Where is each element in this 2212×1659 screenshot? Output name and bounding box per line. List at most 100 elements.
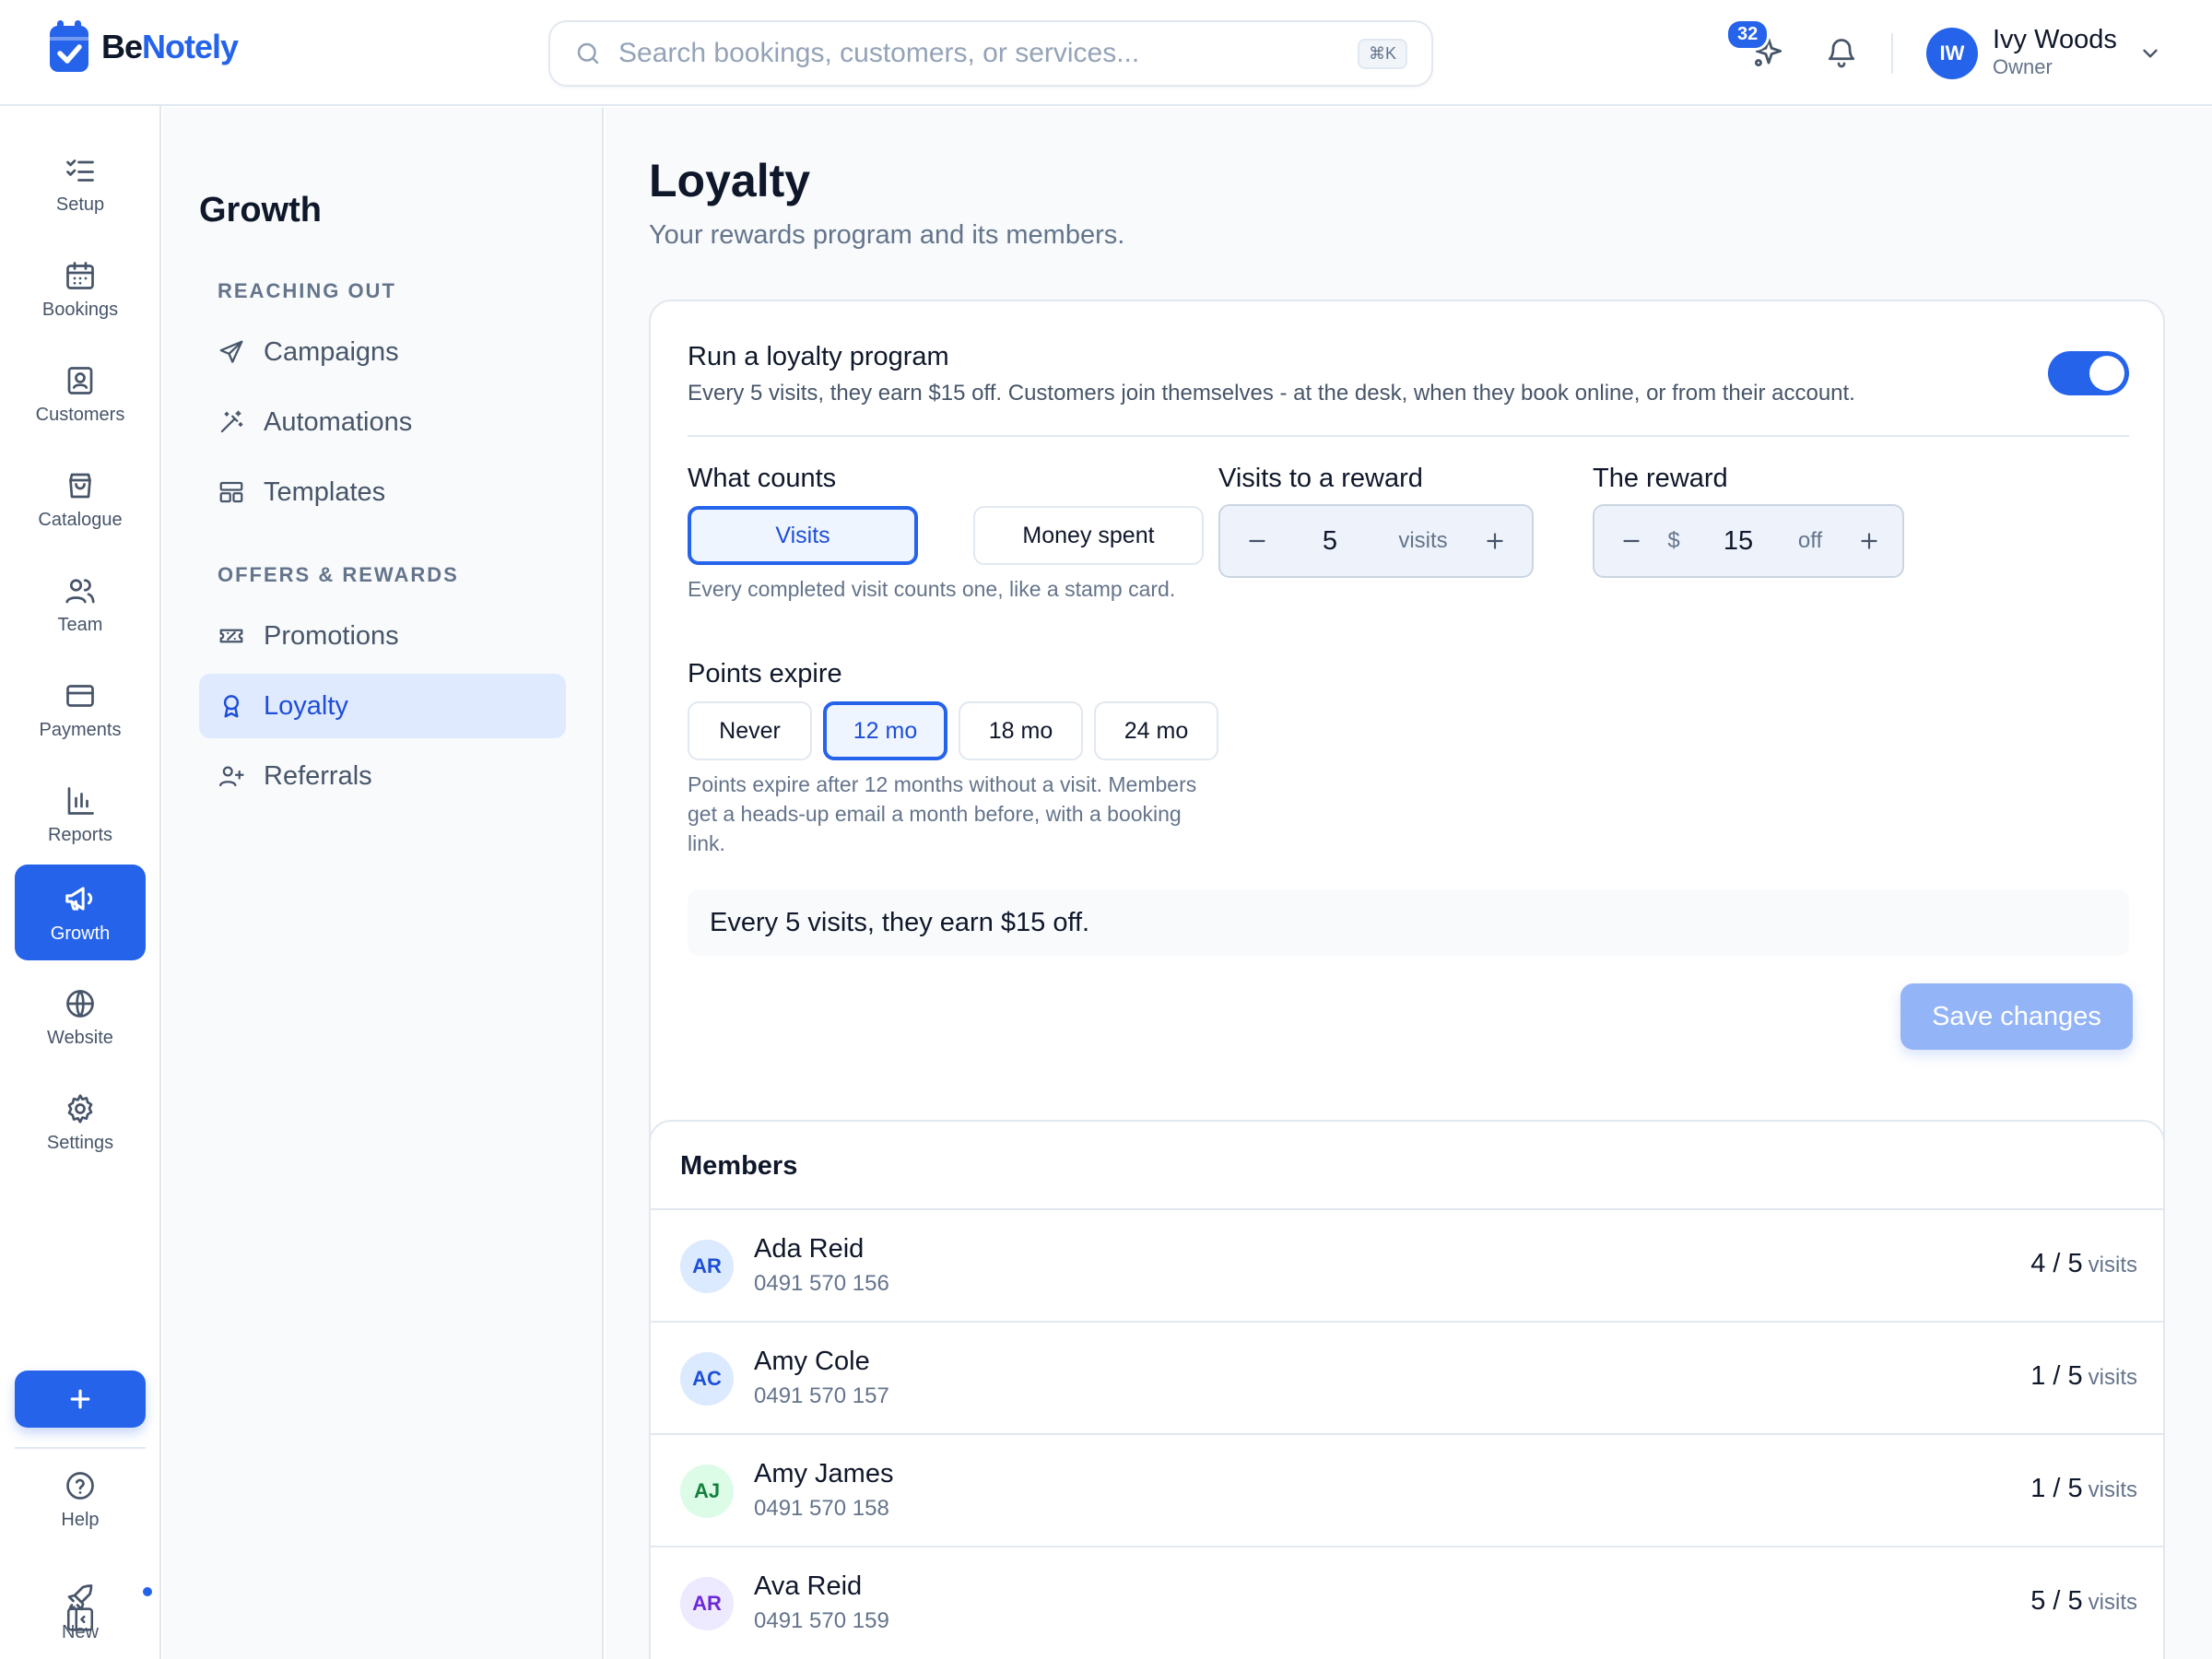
search-icon <box>577 42 599 65</box>
user-menu-toggle[interactable] <box>2138 41 2162 65</box>
what-counts-money-option[interactable]: Money spent <box>973 506 1204 565</box>
member-row[interactable]: AJ Amy James 0491 570 158 1 / 5 visits <box>651 1433 2163 1546</box>
primary-nav-rail: Setup Bookings Customers Catalogue Team … <box>0 106 161 1659</box>
notifications-button[interactable] <box>1825 35 1858 70</box>
shopping-bag-icon <box>69 473 91 498</box>
member-phone: 0491 570 158 <box>754 1496 889 1521</box>
member-avatar: AC <box>680 1352 734 1406</box>
program-description: Every 5 visits, they earn $15 off. Custo… <box>688 381 1855 406</box>
rail-item-settings[interactable]: Settings <box>15 1075 146 1171</box>
brand-name: BeNotely <box>101 28 239 66</box>
minus-icon <box>1623 539 1640 543</box>
subnav-title: Growth <box>199 191 322 229</box>
reward-stepper: $ 15 off <box>1593 504 1904 578</box>
expire-12mo-option[interactable]: 12 mo <box>823 701 947 760</box>
section-label-reaching-out: REACHING OUT <box>218 279 396 302</box>
main-content: Loyalty Your rewards program and its mem… <box>606 108 2212 1659</box>
member-row[interactable]: AR Ada Reid 0491 570 156 4 / 5 visits <box>651 1208 2163 1321</box>
search-shortcut: ⌘K <box>1357 38 1407 69</box>
rail-item-label: Website <box>47 1027 113 1048</box>
save-changes-button[interactable]: Save changes <box>1900 983 2133 1050</box>
rail-item-label: Settings <box>46 1132 114 1153</box>
expire-never-option[interactable]: Never <box>688 701 812 760</box>
award-ribbon-icon <box>223 695 240 718</box>
rail-item-help[interactable]: Help <box>15 1452 146 1547</box>
rail-item-bookings[interactable]: Bookings <box>15 241 146 337</box>
rail-item-label: Customers <box>35 404 125 425</box>
member-name: Ava Reid <box>754 1571 863 1601</box>
expire-24mo-option[interactable]: 24 mo <box>1094 701 1218 760</box>
loyalty-settings-card: Run a loyalty program Every 5 visits, th… <box>649 300 2165 1197</box>
what-counts-label: What counts <box>688 464 837 493</box>
member-phone: 0491 570 159 <box>754 1608 889 1633</box>
visits-increment-button[interactable] <box>1469 515 1521 567</box>
reward-decrement-button[interactable] <box>1606 515 1657 567</box>
visits-value-input[interactable]: 5 <box>1283 526 1377 557</box>
brand-logo[interactable]: BeNotely <box>46 20 239 74</box>
brand-name-part2: Notely <box>142 28 239 65</box>
visits-to-reward-stepper: 5 visits <box>1218 504 1534 578</box>
member-count-unit: visits <box>2088 1253 2137 1277</box>
member-progress: 4 / 5 visits <box>2030 1249 2137 1279</box>
reward-value-input[interactable]: 15 <box>1690 526 1786 557</box>
plus-icon <box>70 1389 90 1409</box>
subnav-item-label: Automations <box>264 406 413 437</box>
subnav-item-automations[interactable]: Automations <box>199 390 566 454</box>
loyalty-program-toggle[interactable] <box>2048 351 2129 395</box>
rail-item-catalogue[interactable]: Catalogue <box>15 452 146 547</box>
subnav-item-promotions[interactable]: Promotions <box>199 604 566 668</box>
help-circle-icon <box>66 1471 94 1500</box>
gear-icon <box>67 1093 93 1124</box>
collapse-sidebar-button[interactable] <box>65 1604 96 1635</box>
members-card: Members AR Ada Reid 0491 570 156 4 / 5 vi… <box>649 1120 2165 1659</box>
rail-item-growth[interactable]: Growth <box>15 865 146 960</box>
subnav-item-templates[interactable]: Templates <box>199 460 566 524</box>
member-avatar: AR <box>680 1240 734 1293</box>
brand-name-part1: Be <box>101 28 143 65</box>
user-role: Owner <box>1993 55 2053 78</box>
subnav-item-referrals[interactable]: Referrals <box>199 744 566 808</box>
reward-increment-button[interactable] <box>1843 515 1895 567</box>
header-divider <box>1891 33 1893 74</box>
member-count-unit: visits <box>2088 1590 2137 1615</box>
rail-item-payments[interactable]: Payments <box>15 662 146 758</box>
magic-wand-icon <box>220 410 243 433</box>
member-count: 4 / 5 <box>2030 1249 2083 1278</box>
rail-item-label: Team <box>57 614 103 635</box>
visits-decrement-button[interactable] <box>1231 515 1283 567</box>
credit-card-icon <box>66 684 94 707</box>
user-name[interactable]: Ivy Woods <box>1993 25 2117 55</box>
subnav-item-campaigns[interactable]: Campaigns <box>199 320 566 384</box>
rail-item-customers[interactable]: Customers <box>15 347 146 442</box>
rail-item-label: Payments <box>39 719 122 740</box>
subnav-item-label: Loyalty <box>264 690 348 721</box>
user-plus-icon <box>219 766 244 787</box>
subnav-item-label: Campaigns <box>264 336 399 367</box>
search-input[interactable]: Search bookings, customers, or services.… <box>618 38 1358 69</box>
page-subtitle: Your rewards program and its members. <box>649 220 1125 250</box>
toggle-knob <box>2089 356 2124 391</box>
rail-item-label: Catalogue <box>38 509 123 530</box>
what-counts-visits-option[interactable]: Visits <box>688 506 918 565</box>
subnav-item-loyalty[interactable]: Loyalty <box>199 674 566 738</box>
rail-item-team[interactable]: Team <box>15 557 146 653</box>
member-count-unit: visits <box>2088 1477 2137 1502</box>
user-avatar[interactable]: IW <box>1926 28 1978 79</box>
member-row[interactable]: AC Amy Cole 0491 570 157 1 / 5 visits <box>651 1321 2163 1433</box>
member-row[interactable]: AR Ava Reid 0491 570 159 5 / 5 visits <box>651 1546 2163 1658</box>
notification-count-badge: 32 <box>1725 18 1771 51</box>
member-name: Amy Cole <box>754 1347 870 1376</box>
expire-18mo-option[interactable]: 18 mo <box>959 701 1083 760</box>
rail-item-setup[interactable]: Setup <box>15 136 146 232</box>
member-count: 1 / 5 <box>2030 1361 2083 1391</box>
quick-add-button[interactable] <box>15 1371 146 1428</box>
globe-icon <box>66 989 94 1018</box>
search-bar[interactable]: Search bookings, customers, or services.… <box>548 20 1433 87</box>
page-title: Loyalty <box>649 155 811 206</box>
send-icon <box>219 340 243 363</box>
member-count-unit: visits <box>2088 1365 2137 1390</box>
users-icon <box>65 578 95 603</box>
rail-item-website[interactable]: Website <box>15 970 146 1065</box>
plus-icon <box>1487 533 1503 549</box>
rail-item-reports[interactable]: Reports <box>15 767 146 863</box>
